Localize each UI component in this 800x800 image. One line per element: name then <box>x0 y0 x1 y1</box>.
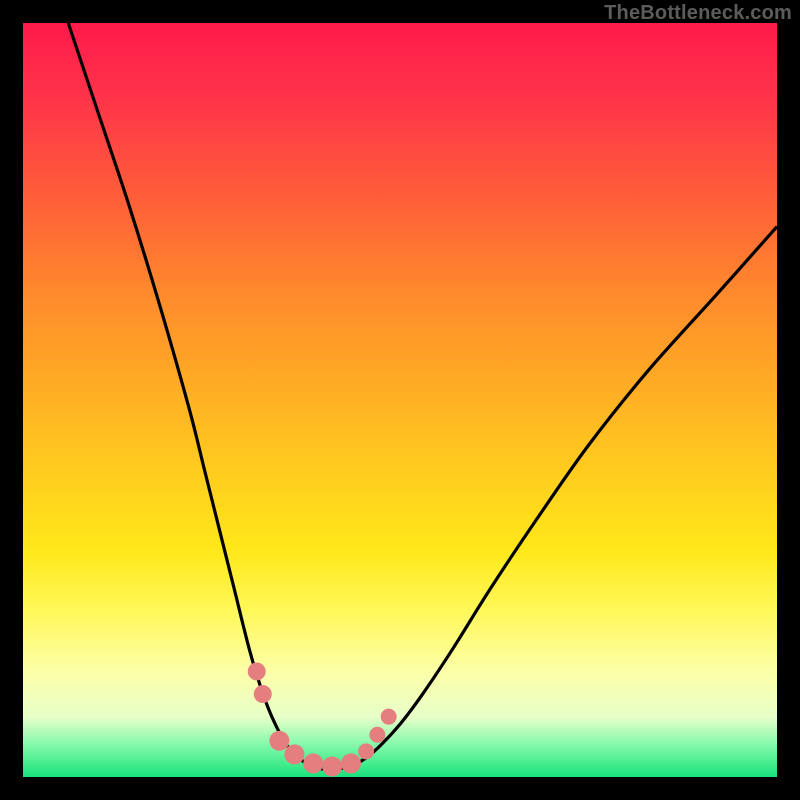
chart-svg <box>0 0 800 800</box>
marker-bottom-a <box>269 731 289 751</box>
watermark-text: TheBottleneck.com <box>604 2 792 25</box>
curve-right <box>332 227 777 770</box>
curve-layer <box>68 23 777 769</box>
marker-right-b <box>369 727 385 743</box>
marker-layer <box>248 662 397 776</box>
marker-bottom-d <box>322 756 342 776</box>
marker-bottom-b <box>284 744 304 764</box>
marker-left-upper <box>248 662 266 680</box>
marker-bottom-e <box>341 753 361 773</box>
marker-right-a <box>358 743 374 759</box>
marker-left-lower <box>254 685 272 703</box>
marker-bottom-c <box>303 753 323 773</box>
curve-left <box>68 23 332 769</box>
marker-right-c <box>381 709 397 725</box>
